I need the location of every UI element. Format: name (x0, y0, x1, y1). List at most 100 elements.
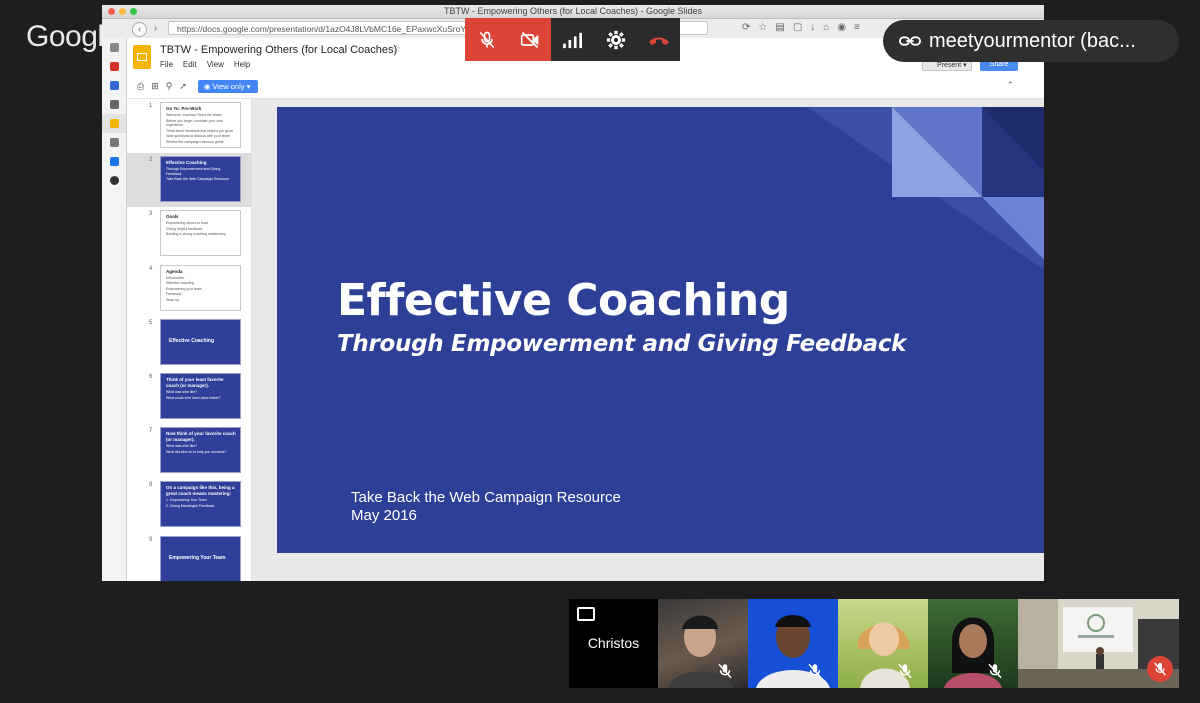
settings-icon[interactable] (594, 18, 637, 61)
doc-title[interactable]: TBTW - Empowering Others (for Local Coac… (160, 44, 397, 56)
slide-thumbnail-preview: Empowering Your Team (160, 535, 241, 581)
slide-thumbnail-preview: Effective Coaching Through Empowerment an… (160, 156, 241, 203)
bookmark-icon: ▤ (775, 22, 785, 33)
thumbnail-line: Through Empowerment and Giving Feedback (166, 167, 221, 176)
slide-footer-line-2: May 2016 (351, 507, 417, 524)
thumbnail-line: Building a strong coaching relationship (166, 232, 226, 237)
menu-file[interactable]: File (160, 60, 173, 69)
bookmark-item[interactable] (102, 152, 126, 171)
current-slide: Effective Coaching Through Empowerment a… (277, 107, 1044, 553)
slide-thumbnail-6[interactable]: 6 Think of your least favorite coach (or … (127, 370, 251, 424)
participant-name: Christos (587, 635, 640, 651)
download-icon: ↓ (810, 22, 816, 33)
participant-tile-christos[interactable]: Christos (569, 599, 658, 688)
bookmark-item[interactable] (102, 38, 126, 57)
bookmark-item[interactable] (102, 171, 126, 190)
slide-thumbnail-preview: Go To: Pre-Work Welcome, coaches! Read th… (160, 102, 241, 148)
thumbnail-title: Effective Coaching (166, 160, 207, 166)
muted-red-icon (1147, 656, 1173, 682)
slides-logo-icon[interactable] (133, 45, 151, 69)
slide-canvas-area: Effective Coaching Through Empowerment a… (252, 99, 1044, 581)
thumbnail-title: Now think of your favorite coach (or man… (166, 431, 236, 443)
bookmark-item[interactable] (102, 76, 126, 95)
thumbnail-line: Note questions to discuss with your team (166, 134, 230, 138)
muted-icon (988, 663, 1002, 679)
camera-off-icon[interactable] (508, 18, 551, 61)
cursor-icon[interactable]: ➚ (179, 81, 187, 92)
slide-subtitle: Through Empowerment and Giving Feedback (337, 331, 907, 357)
participant-tile[interactable] (1018, 599, 1179, 688)
share-label: Share (989, 61, 1009, 68)
view-only-button[interactable]: ◉ View only ▾ (197, 79, 259, 93)
participant-tile[interactable] (748, 599, 838, 688)
bookmarks-sidebar (102, 38, 127, 581)
slide-thumbnail-2[interactable]: 2 Effective Coaching Through Empowerment a… (127, 153, 251, 208)
star-icon: ☆ (758, 22, 768, 33)
menu-view[interactable]: View (207, 60, 224, 69)
slide-number: 7 (149, 428, 153, 435)
zoom-icon[interactable]: ⚲ (166, 81, 173, 92)
maximize-icon[interactable] (130, 8, 137, 15)
window-controls[interactable] (108, 8, 137, 15)
slide-number: 2 (149, 157, 153, 164)
select-icon[interactable]: ⊞ (151, 81, 159, 92)
thumbnail-title: Effective Coaching (169, 337, 215, 344)
hang-up-icon[interactable] (637, 18, 680, 61)
muted-icon (718, 663, 732, 679)
menu-help[interactable]: Help (234, 60, 250, 69)
participant-tile[interactable] (658, 599, 748, 688)
close-icon[interactable] (108, 8, 115, 15)
slide-footer-line-1: Take Back the Web Campaign Resource (351, 489, 621, 506)
participant-tile[interactable] (928, 599, 1018, 688)
bookmark-item[interactable] (102, 133, 126, 152)
slide-thumbnail-1[interactable]: 1 Go To: Pre-Work Welcome, coaches! Read t… (127, 99, 251, 153)
signal-icon[interactable] (551, 18, 594, 61)
slide-thumbnail-5[interactable]: 5 Effective Coaching (127, 316, 251, 370)
thumbnail-title: Empowering Your Team (169, 554, 226, 561)
slide-number: 6 (149, 374, 153, 380)
lock-icon: ▢ (792, 22, 803, 33)
slide-number: 1 (149, 103, 153, 109)
participant-tile[interactable] (838, 599, 928, 688)
participant-video (944, 617, 1002, 688)
back-icon[interactable]: ‹ (132, 22, 147, 37)
thumbnail-title: Agenda (166, 268, 183, 274)
bookmark-item[interactable] (102, 57, 126, 76)
screen-share-icon (577, 607, 595, 621)
present-label: Present (937, 62, 962, 69)
slide-thumbnail-7[interactable]: 7 Now think of your favorite coach (or ma… (127, 424, 251, 478)
home-icon: ⌂ (823, 22, 830, 33)
print-icon[interactable]: ⎙ (137, 81, 144, 92)
slide-decoration (807, 107, 1044, 270)
thumbnail-title: Go To: Pre-Work (166, 106, 202, 111)
participant-video (756, 615, 830, 688)
slide-thumbnail-9[interactable]: 9 Empowering Your Team (127, 533, 251, 581)
mic-off-icon[interactable] (465, 18, 508, 61)
menu-edit[interactable]: Edit (183, 60, 197, 69)
slide-filmstrip: 1 Go To: Pre-Work Welcome, coaches! Read t… (127, 99, 252, 581)
slide-thumbnail-3[interactable]: 3 Goals Empowering others to lead Giving he… (127, 207, 251, 261)
window-titlebar: TBTW - Empowering Others (for Local Coac… (102, 5, 1044, 19)
presenter-pill[interactable]: meetyourmentor (bac... (883, 20, 1179, 62)
collapse-icon[interactable]: ⌃ (1006, 80, 1014, 91)
thumbnail-line: Think about feedback that helped you gro… (166, 128, 233, 133)
slide-thumbnail-preview: Agenda Introduction Effective coaching Empo… (160, 264, 241, 311)
slide-thumbnail-4[interactable]: 4 Agenda Introduction Effective coaching Emp… (127, 262, 251, 316)
muted-icon (808, 663, 822, 679)
minimize-icon[interactable] (119, 8, 126, 15)
window-title: TBTW - Empowering Others (for Local Coac… (443, 6, 703, 16)
bookmark-item[interactable] (102, 95, 126, 114)
bookmark-item-slides[interactable] (102, 114, 126, 133)
thumbnail-line: Take Back the Web Campaign Resource (166, 177, 229, 182)
slide-thumbnail-8[interactable]: 8 On a campaign like this, being a great … (127, 478, 251, 532)
presenter-label: meetyourmentor (bac... (929, 30, 1136, 52)
thumbnail-line: What did s/he do to help you succeed? (166, 449, 227, 454)
browser-extension-icons[interactable]: ⟳ ☆ ▤ ▢ ↓ ⌂ ◉ ≡ (742, 22, 860, 33)
star-icon[interactable]: ☆ (392, 44, 401, 55)
thumbnail-line: 2. Giving Meaningful Feedback (166, 503, 215, 508)
forward-icon[interactable]: › (149, 22, 162, 35)
thumbnail-title: On a campaign like this, being a great c… (166, 485, 235, 497)
slides-toolbar: ⎙ ⊞ ⚲ ➚ ◉ View only ▾ (127, 76, 1044, 96)
link-icon (899, 36, 921, 46)
thumbnail-line: Review the campaign resource guide (166, 139, 224, 144)
